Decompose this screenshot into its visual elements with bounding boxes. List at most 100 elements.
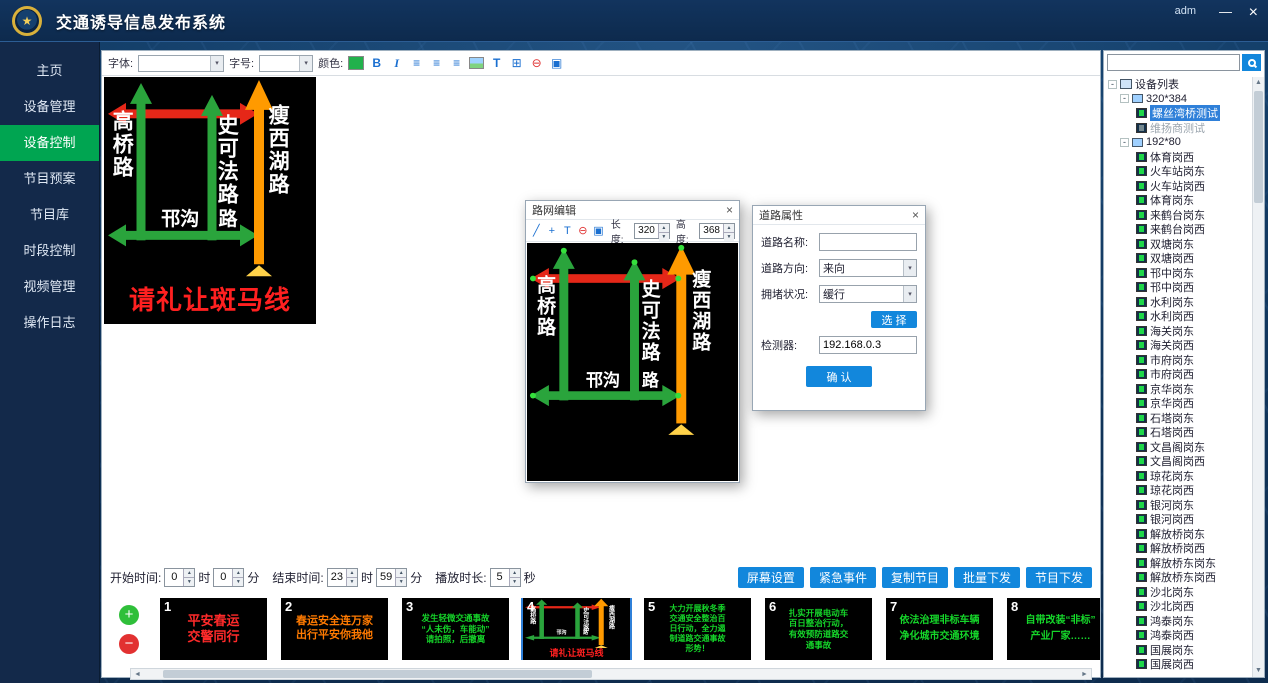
align-left-icon[interactable]: ≡ — [409, 56, 424, 70]
device-item[interactable]: 维扬商测试 — [1106, 121, 1251, 136]
font-select[interactable]: ▾ — [138, 55, 224, 72]
spin-down-icon[interactable]: ▼ — [184, 578, 194, 586]
text-tool-icon[interactable]: T — [561, 225, 574, 237]
program-thumb-7[interactable]: 7 依法治理非标车辆净化城市交通环境 — [886, 598, 993, 660]
device-item[interactable]: 文昌阁岗西 — [1106, 454, 1251, 469]
device-group-192x80[interactable]: -192*80 — [1106, 135, 1251, 150]
copy-program-button[interactable]: 复制节目 — [882, 567, 948, 588]
device-item[interactable]: 京华岗西 — [1106, 396, 1251, 411]
device-item[interactable]: 来鹤台岗西 — [1106, 222, 1251, 237]
spin-up-icon[interactable]: ▲ — [396, 569, 406, 578]
scroll-up-icon[interactable]: ▲ — [1255, 77, 1262, 89]
grid-icon[interactable]: ⊞ — [509, 56, 524, 70]
close-icon[interactable]: × — [912, 208, 919, 222]
spin-up-icon[interactable]: ▲ — [233, 569, 243, 578]
device-item[interactable]: 火车站岗东 — [1106, 164, 1251, 179]
device-item[interactable]: 琼花岗西 — [1106, 483, 1251, 498]
device-item[interactable]: 邗中岗西 — [1106, 280, 1251, 295]
nav-item-video-management[interactable]: 视频管理 — [0, 269, 99, 305]
spin-down-icon[interactable]: ▼ — [233, 578, 243, 586]
program-thumb-6[interactable]: 6 扎实开展电动车百日整治行动，有效预防道路交通事故 — [765, 598, 872, 660]
bold-button[interactable]: B — [369, 56, 384, 70]
start-minute-spinner[interactable]: 0▲▼ — [213, 568, 244, 587]
collapse-icon[interactable]: - — [1120, 94, 1129, 103]
device-item[interactable]: 火车站岗西 — [1106, 179, 1251, 194]
spin-up-icon[interactable]: ▲ — [510, 569, 520, 578]
nav-item-device-management[interactable]: 设备管理 — [0, 89, 99, 125]
confirm-button[interactable]: 确 认 — [806, 366, 872, 387]
device-item[interactable]: 水利岗西 — [1106, 309, 1251, 324]
spin-down-icon[interactable]: ▼ — [510, 578, 520, 586]
device-item[interactable]: 解放桥东岗东 — [1106, 556, 1251, 571]
add-program-button[interactable]: + — [119, 605, 139, 625]
device-item[interactable]: 鸿泰岗东 — [1106, 614, 1251, 629]
save-icon[interactable]: ▣ — [549, 56, 564, 70]
image-icon[interactable] — [469, 57, 484, 69]
screen-setup-button[interactable]: 屏幕设置 — [738, 567, 804, 588]
close-icon[interactable]: × — [1249, 4, 1258, 22]
device-item[interactable]: 体育岗西 — [1106, 150, 1251, 165]
spin-up-icon[interactable]: ▲ — [347, 569, 357, 578]
color-swatch[interactable] — [348, 56, 364, 70]
scrollbar-track[interactable] — [144, 669, 1078, 679]
device-item[interactable]: 琼花岗东 — [1106, 469, 1251, 484]
scrollbar-track[interactable] — [1253, 89, 1264, 665]
spin-down-icon[interactable]: ▼ — [347, 578, 357, 586]
search-button[interactable] — [1242, 54, 1261, 71]
device-item[interactable]: 水利岗东 — [1106, 295, 1251, 310]
text-tool-icon[interactable]: T — [489, 56, 504, 70]
vertical-scrollbar[interactable]: ▲ ▼ — [1252, 77, 1264, 677]
device-group-320x384[interactable]: -320*384 — [1106, 92, 1251, 107]
spin-up-icon[interactable]: ▲ — [659, 224, 669, 233]
nav-item-device-control[interactable]: 设备控制 — [0, 125, 99, 161]
remove-program-button[interactable]: − — [119, 634, 139, 654]
nav-item-operation-log[interactable]: 操作日志 — [0, 305, 99, 341]
collapse-icon[interactable]: - — [1120, 138, 1129, 147]
device-item[interactable]: 螺丝湾桥测试 — [1106, 106, 1251, 121]
congestion-select[interactable]: 缓行▾ — [819, 285, 917, 303]
device-item[interactable]: 文昌阁岗东 — [1106, 440, 1251, 455]
device-item[interactable]: 石塔岗西 — [1106, 425, 1251, 440]
device-item[interactable]: 双塘岗西 — [1106, 251, 1251, 266]
device-item[interactable]: 双塘岗东 — [1106, 237, 1251, 252]
tree-root[interactable]: -设备列表 — [1106, 77, 1251, 92]
spin-up-icon[interactable]: ▲ — [184, 569, 194, 578]
scroll-down-icon[interactable]: ▼ — [1255, 665, 1262, 677]
device-item[interactable]: 海关岗东 — [1106, 324, 1251, 339]
italic-button[interactable]: I — [389, 56, 404, 71]
start-hour-spinner[interactable]: 0▲▼ — [164, 568, 195, 587]
program-thumb-3[interactable]: 3 发生轻微交通事故“人未伤，车能动”请拍照，后撤离 — [402, 598, 509, 660]
device-search-input[interactable] — [1107, 54, 1240, 71]
device-item[interactable]: 鸿泰岗西 — [1106, 628, 1251, 643]
end-minute-spinner[interactable]: 59▲▼ — [376, 568, 407, 587]
program-thumb-2[interactable]: 2 春运安全连万家出行平安你我他 — [281, 598, 388, 660]
collapse-icon[interactable]: - — [1108, 80, 1117, 89]
program-thumb-8[interactable]: 8 自带改装“非标”产业厂家…… — [1007, 598, 1100, 660]
nav-item-home[interactable]: 主页 — [0, 53, 99, 89]
select-button[interactable]: 选 择 — [871, 311, 917, 328]
scroll-right-icon[interactable]: ► — [1078, 671, 1091, 678]
road-direction-select[interactable]: 来向▾ — [819, 259, 917, 277]
spin-down-icon[interactable]: ▼ — [724, 233, 734, 241]
duration-spinner[interactable]: 5▲▼ — [490, 568, 521, 587]
device-item[interactable]: 国展岗东 — [1106, 643, 1251, 658]
remove-icon[interactable]: ⊖ — [529, 56, 544, 70]
device-item[interactable]: 沙北岗西 — [1106, 599, 1251, 614]
device-item[interactable]: 银河岗西 — [1106, 512, 1251, 527]
device-item[interactable]: 京华岗东 — [1106, 382, 1251, 397]
device-item[interactable]: 沙北岗东 — [1106, 585, 1251, 600]
end-hour-spinner[interactable]: 23▲▼ — [327, 568, 358, 587]
road-network-canvas[interactable]: 高桥路 史可法路 瘦西湖路 邗沟 路 请礼让斑马线 — [527, 243, 738, 481]
align-right-icon[interactable]: ≡ — [449, 56, 464, 70]
program-thumb-1[interactable]: 1 平安春运交警同行 — [160, 598, 267, 660]
close-icon[interactable]: × — [726, 203, 733, 217]
spin-down-icon[interactable]: ▼ — [396, 578, 406, 586]
username[interactable]: adm — [1175, 5, 1196, 17]
nav-item-program-plan[interactable]: 节目预案 — [0, 161, 99, 197]
emergency-button[interactable]: 紧急事件 — [810, 567, 876, 588]
nav-item-time-control[interactable]: 时段控制 — [0, 233, 99, 269]
program-thumb-5[interactable]: 5 大力开展秋冬季交通安全整治百日行动，全力遏制道路交通事故形势！ — [644, 598, 751, 660]
scroll-left-icon[interactable]: ◄ — [131, 671, 144, 678]
minimize-icon[interactable]: — — [1219, 4, 1232, 19]
remove-tool-icon[interactable]: ⊖ — [577, 224, 590, 237]
